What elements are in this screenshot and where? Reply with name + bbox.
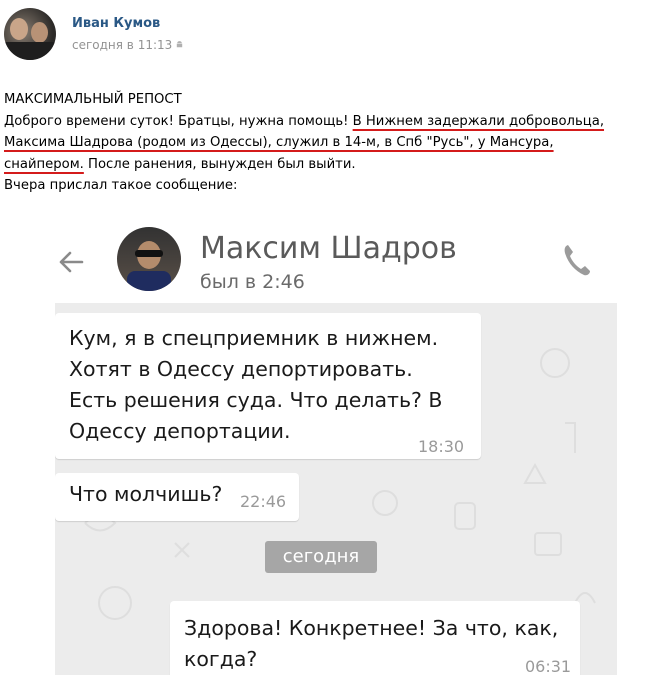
android-icon [176,41,183,48]
back-arrow-icon[interactable] [55,244,91,280]
post-line: Максима Шадрова (родом из Одессы), служи… [4,135,554,150]
post-line: Вчера прислал такое сообщение: [4,178,238,193]
post-line: МАКСИМАЛЬНЫЙ РЕПОСТ [4,92,182,107]
author-avatar[interactable] [4,8,56,60]
message-bubble-outgoing[interactable]: Здорова! Конкретнее! За что, как, когда?… [170,601,580,675]
contact-avatar[interactable] [117,227,181,291]
author-name[interactable]: Иван Кумов [72,16,160,31]
message-time: 22:46 [240,492,287,511]
chat-header: Максим Шадров был в 2:46 [55,219,617,303]
contact-status: был в 2:46 [200,271,305,293]
post-text: МАКСИМАЛЬНЫЙ РЕПОСТ Доброго времени суто… [4,89,659,197]
date-separator: сегодня [265,541,377,573]
post-timestamp[interactable]: сегодня в 11:13 [72,38,172,52]
post-line: Доброго времени суток! Братцы, нужна пом… [4,113,605,129]
messenger-screenshot: Максим Шадров был в 2:46 Кум, я в спецпр… [55,219,617,675]
contact-name: Максим Шадров [200,231,457,266]
message-text: Здорова! Конкретнее! За что, как, когда? [184,616,559,671]
message-text: Что молчишь? [69,482,223,506]
message-bubble-incoming[interactable]: Кум, я в спецприемник в нижнем. Хотят в … [55,313,481,459]
post-line: снайпером. После ранения, вынужден был в… [4,156,356,172]
message-time: 18:30 [418,437,465,456]
chat-area: Кум, я в спецприемник в нижнем. Хотят в … [55,303,617,675]
phone-icon[interactable] [562,243,592,277]
message-bubble-incoming[interactable]: Что молчишь? 22:46 [55,473,299,521]
message-time: 06:31 [525,657,572,675]
message-text: Кум, я в спецприемник в нижнем. Хотят в … [69,326,443,443]
